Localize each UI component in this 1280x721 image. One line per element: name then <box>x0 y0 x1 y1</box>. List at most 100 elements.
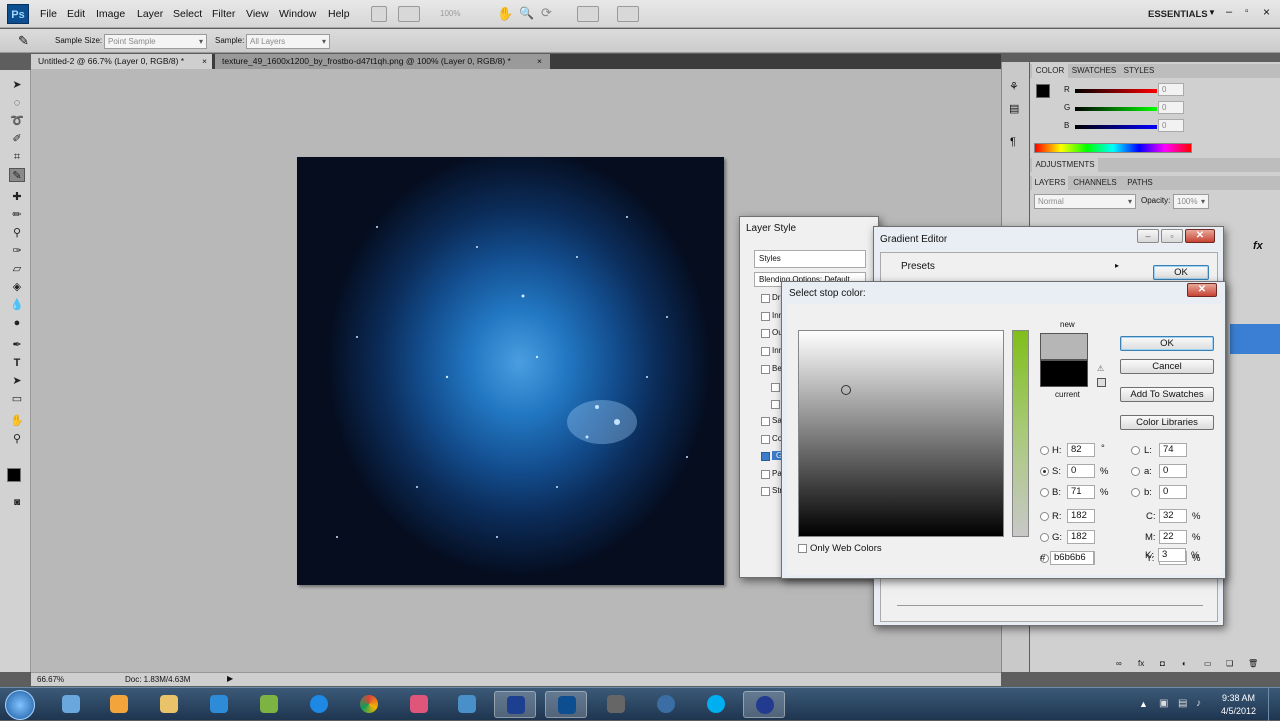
status-zoom[interactable]: 66.67% <box>37 675 64 684</box>
show-desktop-button[interactable] <box>1268 688 1280 721</box>
close-button[interactable]: ✕ <box>1185 229 1215 243</box>
group-icon[interactable]: ▭ <box>1204 659 1212 668</box>
styles-header[interactable]: Styles <box>754 250 866 268</box>
tab-texture[interactable]: texture_49_1600x1200_by_frostbo-d47t1qh.… <box>215 54 550 69</box>
volume-icon[interactable]: ♪ <box>1196 698 1201 709</box>
opacity-input[interactable]: 100% <box>1173 194 1209 209</box>
taskbar-app[interactable] <box>298 691 340 718</box>
tab-close-icon[interactable]: × <box>537 54 542 69</box>
tray-icon[interactable]: ▤ <box>1178 698 1187 709</box>
magenta-input[interactable]: 22 <box>1159 530 1187 544</box>
picker-ok-button[interactable]: OK <box>1120 336 1214 351</box>
menu-view[interactable]: View <box>246 8 269 20</box>
selected-layer-highlight[interactable] <box>1230 324 1280 354</box>
start-button[interactable] <box>5 690 35 720</box>
web-safe-icon[interactable] <box>1097 378 1106 387</box>
tab-channels[interactable]: CHANNELS <box>1070 176 1120 190</box>
tab-untitled-2[interactable]: Untitled-2 @ 66.7% (Layer 0, RGB/8) * × <box>31 54 212 69</box>
fx-icon[interactable]: fx <box>1253 240 1263 252</box>
menu-select[interactable]: Select <box>173 8 202 20</box>
canvas-image-starfield[interactable] <box>297 157 724 585</box>
brightness-input[interactable]: 71 <box>1067 485 1095 499</box>
tab-color[interactable]: COLOR <box>1032 64 1068 78</box>
clock-time[interactable]: 9:38 AM <box>1222 693 1255 703</box>
mini-bridge-icon[interactable] <box>398 6 420 22</box>
brush-tool-icon[interactable]: ✏ <box>9 208 25 222</box>
path-select-tool-icon[interactable]: ➤ <box>9 374 25 388</box>
menu-window[interactable]: Window <box>279 8 316 20</box>
workspace-switcher[interactable]: ESSENTIALS <box>1148 9 1208 20</box>
fg-color-chip[interactable] <box>1036 84 1050 98</box>
eyedropper-tool-icon[interactable]: ✎ <box>9 168 25 182</box>
sample-select[interactable]: All Layers <box>246 34 330 49</box>
style-checkbox-texture[interactable] <box>771 400 780 409</box>
shape-tool-icon[interactable]: ▭ <box>9 392 25 406</box>
style-checkbox-bevel[interactable] <box>761 365 770 374</box>
tab-layers[interactable]: LAYERS <box>1032 176 1068 190</box>
rotate-view-icon[interactable]: ⟳ <box>541 5 552 21</box>
taskbar-app[interactable] <box>248 691 290 718</box>
style-checkbox-contour[interactable] <box>771 383 780 392</box>
move-tool-icon[interactable]: ➤ <box>9 78 25 92</box>
hex-input[interactable]: b6b6b6 <box>1050 551 1094 565</box>
link-layers-icon[interactable]: ∞ <box>1116 659 1122 668</box>
pen-tool-icon[interactable]: ✒ <box>9 338 25 352</box>
radio-red[interactable] <box>1040 512 1049 521</box>
tab-paths[interactable]: PATHS <box>1122 176 1158 190</box>
maximize-button[interactable]: ▫ <box>1161 229 1183 243</box>
tab-adjustments[interactable]: ADJUSTMENTS <box>1032 158 1098 172</box>
bridge-icon[interactable] <box>371 6 387 22</box>
status-arrow-icon[interactable]: ▶ <box>227 674 233 683</box>
dodge-tool-icon[interactable]: ● <box>9 316 25 330</box>
lab-l-input[interactable]: 74 <box>1159 443 1187 457</box>
hue-input[interactable]: 82 <box>1067 443 1095 457</box>
zoom-tool-icon[interactable]: ⚲ <box>9 432 25 446</box>
tab-swatches[interactable]: SWATCHES <box>1070 64 1118 78</box>
close-icon[interactable]: × <box>1263 5 1270 19</box>
zoom-icon[interactable]: 🔍 <box>519 6 534 20</box>
menu-help[interactable]: Help <box>328 8 350 20</box>
taskbar-app[interactable] <box>148 691 190 718</box>
paragraph-icon[interactable]: ¶ <box>1010 136 1016 148</box>
only-web-colors-checkbox[interactable] <box>798 544 807 553</box>
foreground-color-swatch[interactable] <box>7 468 21 482</box>
menu-layer[interactable]: Layer <box>137 8 163 20</box>
gradient-ok-button[interactable]: OK <box>1153 265 1209 280</box>
zoom-level[interactable]: 100% <box>440 9 460 18</box>
hue-slider[interactable] <box>1012 330 1029 537</box>
type-tool-icon[interactable]: T <box>9 356 25 370</box>
green-value[interactable]: 0 <box>1158 101 1184 114</box>
clone-stamp-tool-icon[interactable]: ⚲ <box>9 226 25 240</box>
radio-green[interactable] <box>1040 533 1049 542</box>
tray-icon[interactable]: ▣ <box>1159 698 1168 709</box>
green-slider[interactable] <box>1075 107 1157 111</box>
chevron-down-icon[interactable]: ▼ <box>1208 8 1216 17</box>
taskbar-app[interactable] <box>695 691 737 718</box>
style-checkbox-gradient-overlay[interactable] <box>761 452 770 461</box>
saturation-input[interactable]: 0 <box>1067 464 1095 478</box>
blue-slider[interactable] <box>1075 125 1157 129</box>
taskbar-app[interactable] <box>348 691 390 718</box>
hand-tool-icon[interactable]: ✋ <box>9 414 25 428</box>
taskbar-app[interactable] <box>446 691 488 718</box>
cyan-input[interactable]: 32 <box>1159 509 1187 523</box>
taskbar-app[interactable] <box>398 691 440 718</box>
restore-icon[interactable]: ▫ <box>1245 6 1249 17</box>
paint-bucket-tool-icon[interactable]: ◈ <box>9 280 25 294</box>
eraser-tool-icon[interactable]: ▱ <box>9 262 25 276</box>
quick-select-tool-icon[interactable]: ✐ <box>9 132 25 146</box>
tab-close-icon[interactable]: × <box>202 54 207 69</box>
style-checkbox-drop-shadow[interactable] <box>761 294 770 303</box>
marquee-tool-icon[interactable]: ◌ <box>9 96 25 110</box>
quick-mask-icon[interactable]: ◙ <box>9 496 25 510</box>
color-field[interactable] <box>798 330 1004 537</box>
blend-mode-select[interactable]: Normal <box>1034 194 1136 209</box>
gamut-warning-icon[interactable]: ⚠ <box>1097 364 1104 373</box>
radio-lab-a[interactable] <box>1131 467 1140 476</box>
eyedropper-icon[interactable]: ✎ <box>18 33 29 49</box>
style-checkbox-outer-glow[interactable] <box>761 329 770 338</box>
arrange-documents-icon[interactable] <box>577 6 599 22</box>
taskbar-app[interactable] <box>494 691 536 718</box>
menu-image[interactable]: Image <box>96 8 125 20</box>
clock-date[interactable]: 4/5/2012 <box>1221 706 1256 716</box>
